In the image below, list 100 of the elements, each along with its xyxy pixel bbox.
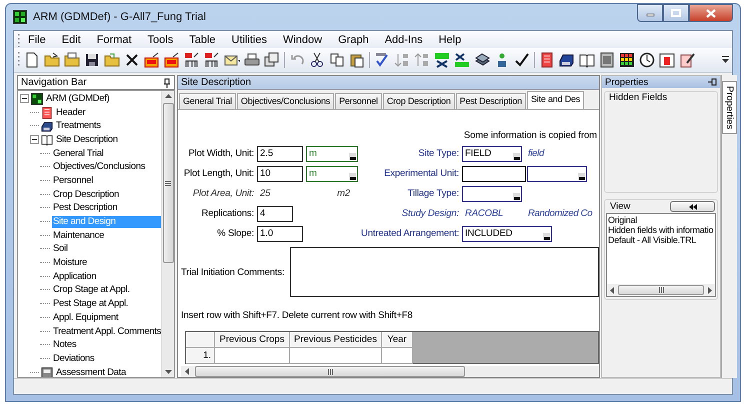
tab[interactable]: Pest Description (456, 93, 526, 109)
tree-item[interactable]: Crop Stage at Appl. (52, 284, 131, 296)
dropdown-field[interactable] (527, 166, 587, 182)
table-cell[interactable] (290, 348, 382, 364)
view-list[interactable]: Original Hidden fields with informatio Default - All Visible.TRL (606, 213, 716, 297)
scrollbar-thumb[interactable] (195, 366, 465, 377)
maximize-button[interactable] (663, 4, 689, 22)
vertical-scrollbar[interactable] (161, 91, 174, 377)
dropdown-field[interactable]: FIELD (462, 146, 522, 162)
notebook-icon[interactable] (539, 52, 555, 68)
pin-icon[interactable] (163, 78, 171, 88)
printer-icon[interactable] (244, 52, 260, 68)
list-item[interactable]: Hidden fields with informatio (608, 225, 714, 235)
column-header[interactable]: Previous Pesticides (290, 332, 382, 348)
dropdown-field[interactable]: m (306, 146, 358, 162)
tree-item[interactable]: Objectives/Conclusions (52, 161, 146, 174)
tree-item[interactable]: Notes (52, 339, 78, 352)
grid-icon[interactable] (619, 52, 635, 68)
overflow-chevron-icon[interactable] (722, 56, 729, 64)
dropdown-field[interactable]: INCLUDED (462, 226, 552, 242)
tree-item[interactable]: Treatments (55, 120, 102, 132)
minimize-button[interactable] (637, 4, 663, 22)
side-tab[interactable]: Properties (722, 81, 737, 134)
menu-item[interactable]: Help (430, 34, 470, 46)
new-file-icon[interactable] (24, 52, 40, 68)
edit-document-icon[interactable] (679, 52, 695, 68)
tree-item[interactable]: Pest Stage at Appl. (52, 298, 130, 310)
paste-icon[interactable] (349, 52, 365, 68)
scroll-left-icon[interactable] (610, 286, 614, 294)
menu-item[interactable]: File (20, 34, 54, 46)
tab[interactable]: Site and Des (526, 91, 584, 109)
tree-item[interactable]: Moisture (52, 257, 88, 270)
menu-item[interactable]: Edit (54, 34, 89, 46)
tree-item[interactable]: Site Description (55, 134, 119, 146)
clock-icon[interactable] (639, 52, 655, 68)
comments-field[interactable] (290, 247, 599, 297)
folder-icon[interactable] (104, 52, 120, 68)
check-icon[interactable] (514, 52, 530, 68)
menu-item[interactable]: Window (274, 34, 330, 46)
save-icon[interactable] (84, 52, 100, 68)
dropdown-field[interactable] (462, 186, 522, 202)
open-folder-icon[interactable] (44, 52, 60, 68)
input-field[interactable]: 10 (257, 166, 303, 182)
column-header[interactable]: Previous Crops (215, 332, 290, 348)
tab[interactable]: Crop Description (382, 93, 455, 109)
tab[interactable]: Objectives/Conclusions (236, 93, 334, 109)
book-icon[interactable] (579, 52, 595, 68)
menu-item[interactable]: Utilities (224, 34, 275, 46)
grip-handle[interactable] (17, 32, 20, 46)
folder-icon[interactable] (64, 52, 80, 68)
list-item[interactable]: Default - All Visible.TRL (608, 235, 714, 245)
horizontal-scrollbar[interactable] (607, 284, 715, 296)
table-cell[interactable] (215, 348, 290, 364)
tree-item[interactable]: Deviations (52, 352, 96, 365)
scroll-down-icon[interactable] (164, 370, 172, 374)
dropdown-field[interactable]: m (306, 166, 358, 182)
menu-item[interactable]: Table (181, 34, 224, 46)
tree-item[interactable]: Soil (52, 243, 69, 256)
menu-item[interactable]: Tools (140, 34, 182, 46)
scroll-right-icon[interactable] (708, 286, 712, 294)
tree-item[interactable]: Appl. Equipment (52, 312, 120, 324)
tab[interactable]: Personnel (335, 93, 382, 109)
menu-item[interactable]: Format (88, 34, 140, 46)
windows-icon[interactable] (264, 52, 280, 68)
pin-icon[interactable] (707, 78, 717, 86)
collapse-button[interactable] (670, 201, 715, 212)
scrollbar-thumb[interactable] (162, 103, 174, 263)
tree-item[interactable]: Treatment Appl. Comments (52, 326, 162, 338)
column-header[interactable]: Year (382, 332, 413, 348)
tree-item[interactable]: ARM (GDMDef) (45, 92, 110, 105)
scrollbar-thumb[interactable] (618, 285, 704, 295)
tree-item[interactable]: Maintenance (52, 230, 106, 242)
tree-item[interactable]: Pest Description (52, 202, 118, 214)
tree-item[interactable]: Crop Description (52, 188, 120, 201)
input-field[interactable] (462, 166, 526, 182)
tree-item[interactable]: Application (52, 270, 98, 283)
spell-check-icon[interactable] (374, 52, 390, 68)
row-header[interactable]: 1. (186, 348, 215, 364)
collapse-icon[interactable] (20, 94, 29, 104)
delete-icon[interactable] (124, 52, 140, 68)
input-field[interactable]: 1.0 (257, 226, 303, 242)
cut-icon[interactable] (309, 52, 325, 68)
input-field[interactable]: 2.5 (257, 146, 303, 162)
cross-badge-icon[interactable] (434, 52, 450, 68)
horizontal-scrollbar[interactable] (181, 366, 599, 377)
input-field[interactable]: 4 (257, 206, 293, 222)
scroll-left-icon[interactable] (185, 368, 189, 375)
tree-item[interactable]: Header (55, 106, 86, 119)
close-button[interactable] (689, 4, 733, 22)
scroll-up-icon[interactable] (164, 94, 172, 98)
copy-icon[interactable] (329, 52, 345, 68)
tree-item[interactable]: Personnel (52, 174, 94, 187)
menu-item[interactable]: Graph (330, 34, 377, 46)
list-item[interactable]: Original (608, 215, 714, 225)
tree-item[interactable]: General Trial (52, 148, 104, 160)
tree-item[interactable]: Assessment Data (55, 366, 127, 377)
tab[interactable]: General Trial (179, 93, 236, 109)
sort-ascending-icon[interactable] (394, 52, 410, 68)
collapse-icon[interactable] (30, 135, 39, 144)
menu-item[interactable]: Add-Ins (376, 34, 431, 46)
